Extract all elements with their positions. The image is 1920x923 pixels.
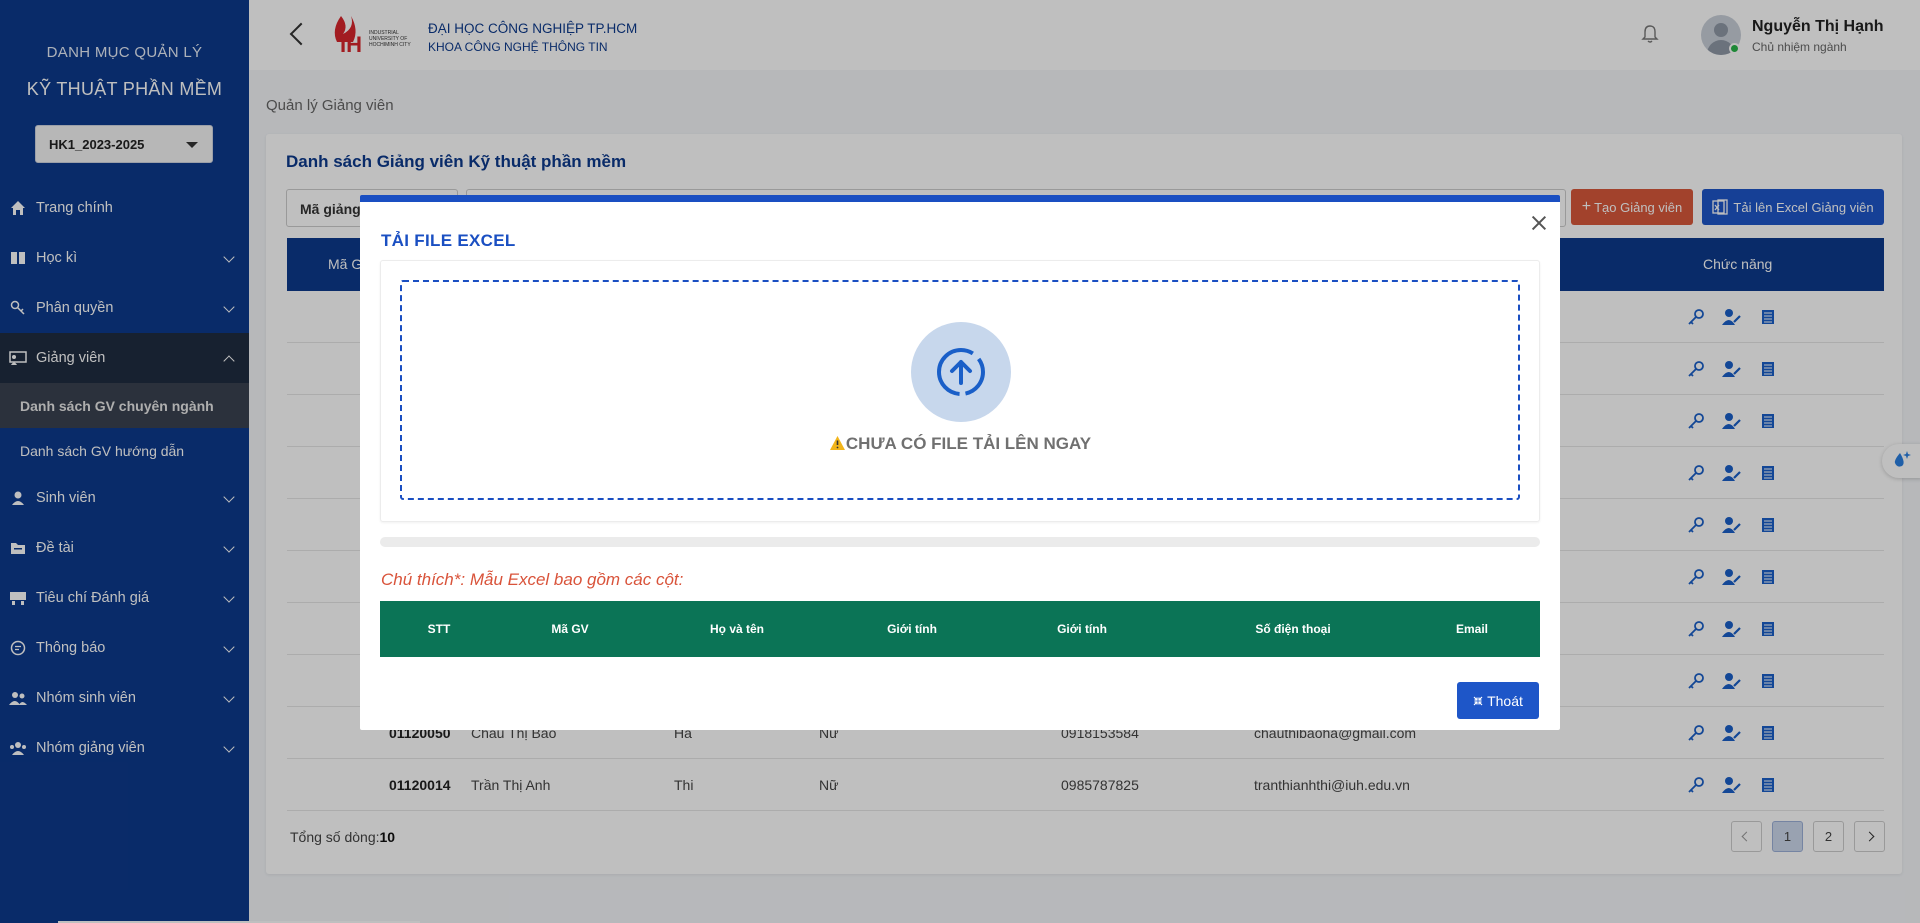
upload-icon[interactable] (911, 322, 1011, 422)
template-column-fullname: Họ và tên (709, 622, 765, 636)
upload-excel-modal: TẢI FILE EXCEL CHƯA CÓ FILE TẢI LÊN NGAY… (360, 195, 1560, 730)
upload-area-container: CHƯA CÓ FILE TẢI LÊN NGAY (380, 260, 1540, 522)
template-column-gender-2: Giới tính (1057, 622, 1107, 636)
template-column-phone: Số điện thoại (1255, 622, 1331, 636)
template-column-gender: Giới tính (887, 622, 937, 636)
exit-button-label: Thoát (1487, 692, 1523, 709)
shrink-icon (1473, 696, 1483, 706)
exit-button[interactable]: Thoát (1457, 682, 1539, 719)
file-drop-zone[interactable]: CHƯA CÓ FILE TẢI LÊN NGAY (400, 280, 1520, 500)
warning-icon (829, 435, 846, 456)
template-column-id: Mã GV (551, 622, 589, 636)
excel-template-note: Chú thích*: Mẫu Excel bao gồm các cột: (381, 570, 684, 589)
no-file-text: CHƯA CÓ FILE TẢI LÊN NGAY (845, 434, 1092, 453)
template-column-stt: STT (427, 622, 451, 636)
upload-progress-bar (380, 537, 1540, 547)
modal-title: TẢI FILE EXCEL (381, 231, 516, 250)
no-file-message: CHƯA CÓ FILE TẢI LÊN NGAY (402, 434, 1518, 456)
close-icon[interactable] (1530, 214, 1548, 232)
template-column-email: Email (1455, 622, 1489, 636)
excel-template-columns: STT Mã GV Họ và tên Giới tính Giới tính … (380, 601, 1540, 657)
